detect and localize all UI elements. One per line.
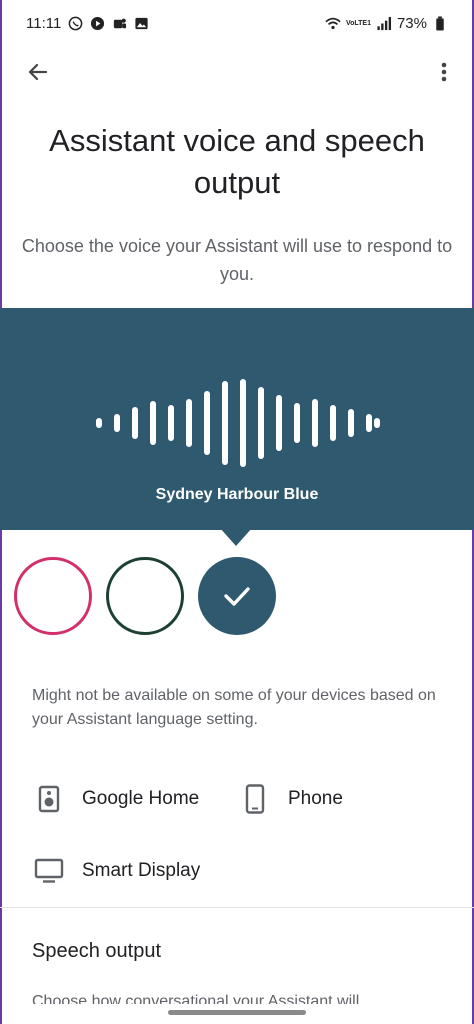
speech-output-description: Choose how conversational your Assistant… <box>32 990 442 1004</box>
selected-voice-name: Sydney Harbour Blue <box>155 486 319 503</box>
check-icon <box>224 587 250 606</box>
intro-text: Choose the voice your Assistant will use… <box>21 236 453 284</box>
section-divider <box>0 907 474 908</box>
voice-option-green[interactable] <box>106 557 184 635</box>
speech-output-title: Speech output <box>32 940 161 962</box>
signal-icon <box>376 15 392 31</box>
selection-pointer <box>220 528 252 546</box>
phone-icon <box>240 784 270 814</box>
teams-icon <box>111 15 127 31</box>
voice-option-pink[interactable] <box>14 557 92 635</box>
status-bar: 11:11 VoLTE1 73% <box>0 0 474 46</box>
device-google-home: Google Home <box>34 784 199 814</box>
status-time: 11:11 <box>26 14 62 32</box>
device-smart-display: Smart Display <box>34 856 200 886</box>
device-label: Smart Display <box>82 860 201 881</box>
battery-percent: 73% <box>396 14 427 32</box>
back-button[interactable] <box>22 56 54 88</box>
status-right: VoLTE1 73% <box>325 15 448 32</box>
speaker-icon <box>34 784 64 814</box>
more-options-button[interactable] <box>428 56 460 88</box>
device-label: Phone <box>288 788 343 809</box>
wifi-icon <box>325 15 341 31</box>
speech-output-description-text: Choose how conversational your Assistant… <box>32 993 360 1004</box>
voice-option-blue-selected[interactable] <box>198 557 276 635</box>
more-vert-icon <box>441 62 447 82</box>
battery-icon <box>432 15 448 31</box>
status-left: 11:11 <box>26 15 149 32</box>
availability-note: Might not be available on some of your d… <box>32 687 436 728</box>
monitor-icon <box>34 856 64 886</box>
gallery-icon <box>133 15 149 31</box>
home-indicator[interactable] <box>168 1010 306 1015</box>
device-label: Google Home <box>82 788 200 809</box>
arrow-back-icon <box>28 63 48 81</box>
whatsapp-icon <box>67 15 83 31</box>
voice-preview-panel: Sydney Harbour Blue <box>0 308 474 530</box>
voice-waveform <box>96 379 380 467</box>
page-title: Assistant voice and speech output <box>49 123 425 200</box>
play-icon <box>89 15 105 31</box>
lte-label: VoLTE1 <box>345 19 371 27</box>
device-phone: Phone <box>240 784 343 814</box>
